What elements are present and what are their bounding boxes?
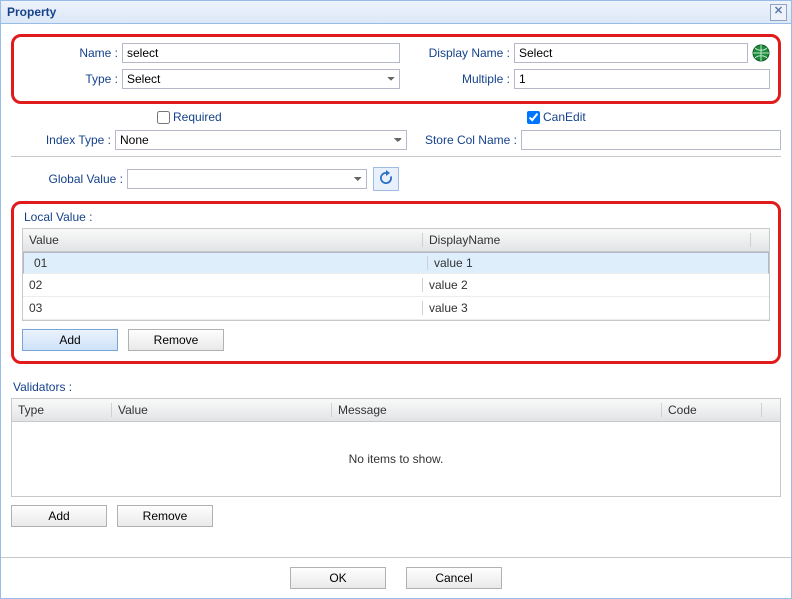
refresh-icon (378, 170, 394, 189)
multiple-label: Multiple : (400, 72, 514, 86)
canedit-checkbox[interactable]: CanEdit (527, 110, 781, 124)
dialog-footer: OK Cancel (1, 557, 791, 598)
property-dialog: Property ✕ Name : Display Name : Type : … (0, 0, 792, 599)
window-title: Property (7, 5, 56, 19)
col-header-value[interactable]: Value (23, 233, 423, 247)
cell-displayname: value 3 (423, 301, 769, 315)
globe-icon[interactable] (752, 44, 770, 62)
store-col-label: Store Col Name : (407, 133, 521, 147)
validators-add-button[interactable]: Add (11, 505, 107, 527)
name-label: Name : (18, 46, 122, 60)
cell-value: 02 (23, 278, 423, 292)
canedit-checkbox-input[interactable] (527, 111, 540, 124)
primary-fields-group: Name : Display Name : Type : Select Mult… (11, 34, 781, 104)
separator (11, 156, 781, 157)
multiple-input[interactable] (514, 69, 770, 89)
local-value-add-button[interactable]: Add (22, 329, 118, 351)
required-label: Required (173, 110, 222, 124)
cell-displayname: value 1 (428, 256, 750, 270)
required-checkbox[interactable]: Required (157, 110, 222, 124)
display-name-input[interactable] (514, 43, 748, 63)
validators-title: Validators : (13, 380, 781, 394)
name-input[interactable] (122, 43, 400, 63)
validators-grid-header: Type Value Message Code (12, 399, 780, 422)
ok-button[interactable]: OK (290, 567, 386, 589)
cell-displayname: value 2 (423, 278, 769, 292)
local-value-section: Local Value : Value DisplayName 01value … (11, 201, 781, 364)
required-checkbox-input[interactable] (157, 111, 170, 124)
global-value-label: Global Value : (11, 172, 127, 186)
col-header-message[interactable]: Message (332, 403, 662, 417)
type-select[interactable]: Select (122, 69, 400, 89)
local-value-title: Local Value : (24, 210, 770, 224)
table-row[interactable]: 01value 1 (23, 252, 769, 274)
refresh-button[interactable] (373, 167, 399, 191)
table-row[interactable]: 03value 3 (23, 297, 769, 320)
cell-value: 03 (23, 301, 423, 315)
col-header-value[interactable]: Value (112, 403, 332, 417)
display-name-label: Display Name : (400, 46, 514, 60)
titlebar: Property ✕ (1, 1, 791, 24)
col-header-type[interactable]: Type (12, 403, 112, 417)
cancel-button[interactable]: Cancel (406, 567, 502, 589)
index-type-select[interactable]: None (115, 130, 407, 150)
validators-empty-text: No items to show. (12, 422, 780, 496)
validators-remove-button[interactable]: Remove (117, 505, 213, 527)
store-col-input[interactable] (521, 130, 781, 150)
close-icon[interactable]: ✕ (770, 4, 787, 21)
validators-section: Validators : Type Value Message Code No … (11, 380, 781, 527)
local-value-grid-header: Value DisplayName (23, 229, 769, 252)
local-value-grid: Value DisplayName 01value 102value 203va… (22, 228, 770, 321)
col-header-code[interactable]: Code (662, 403, 762, 417)
canedit-label: CanEdit (543, 110, 586, 124)
type-label: Type : (18, 72, 122, 86)
local-value-remove-button[interactable]: Remove (128, 329, 224, 351)
cell-value: 01 (28, 256, 428, 270)
index-type-label: Index Type : (11, 133, 115, 147)
table-row[interactable]: 02value 2 (23, 274, 769, 297)
validators-grid: Type Value Message Code No items to show… (11, 398, 781, 497)
col-header-displayname[interactable]: DisplayName (423, 233, 751, 247)
global-value-select[interactable] (127, 169, 367, 189)
